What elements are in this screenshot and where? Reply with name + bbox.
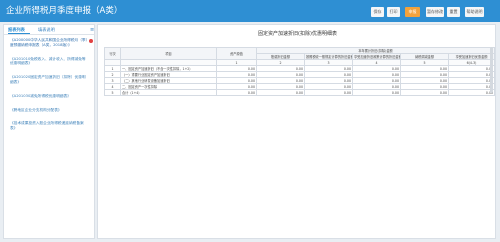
form-panel: 固定资产加速折旧(扣除)优惠明细表 行次 项目 资产原值 本年累计折旧(扣除)金… bbox=[97, 24, 496, 239]
left-tabs: 报表列表 填表说明 ≡ bbox=[4, 25, 94, 35]
cell-value: 0.00 bbox=[256, 89, 305, 96]
header-asset-value: 资产原值 bbox=[216, 47, 257, 60]
print-button[interactable]: 打印 bbox=[387, 7, 400, 17]
help-button[interactable]: 帮助说明 bbox=[465, 7, 484, 17]
depreciation-table: 行次 项目 资产原值 本年累计折旧(扣除)金额 账载折旧金额 按照税收一般规定计… bbox=[104, 47, 496, 96]
cell-value: 0.00 bbox=[352, 89, 401, 96]
vertical-scrollbar[interactable] bbox=[490, 47, 493, 93]
row-number: 5 bbox=[104, 89, 121, 96]
list-item-label: 《A201020固定资产加速折旧（扣除）优惠明细表》 bbox=[10, 75, 86, 84]
list-item-tech-investment[interactable]: 《技术成果投资入股企业所得税递延纳税备案表》 bbox=[4, 120, 94, 132]
header-item: 项目 bbox=[120, 47, 217, 60]
header-bar: 企业所得税月季度申报（A类） 保存 打印 申报 暂存修改 重置 帮助说明 bbox=[0, 0, 500, 22]
app-window: 企业所得税月季度申报（A类） 保存 打印 申报 暂存修改 重置 帮助说明 报表列… bbox=[0, 0, 500, 242]
active-tab-underline bbox=[8, 33, 30, 34]
cell-value: 0.00 bbox=[216, 89, 257, 96]
cell-value: 0.00 bbox=[447, 89, 496, 96]
report-list-panel: 报表列表 填表说明 ≡ 《A200000中华人民共和国企业所得税月（季）度预缴纳… bbox=[3, 24, 95, 239]
list-item-label: 《A200000中华人民共和国企业所得税月（季）度预缴纳税申报表（A类，2018… bbox=[10, 38, 88, 47]
temp-edit-button[interactable]: 暂存修改 bbox=[426, 7, 444, 17]
error-dot-icon bbox=[89, 39, 93, 43]
tab-fill-instructions[interactable]: 填表说明 bbox=[38, 27, 55, 33]
cell-value: 0.00 bbox=[400, 89, 449, 96]
menu-icon[interactable]: ≡ bbox=[90, 27, 94, 33]
list-item-label: 《跨地区企业分支机构分配表》 bbox=[10, 107, 62, 112]
row-item: 合计（1+4） bbox=[120, 89, 217, 96]
list-item-a200000[interactable]: 《A200000中华人民共和国企业所得税月（季）度预缴纳税申报表（A类，2018… bbox=[4, 37, 94, 49]
list-item-a201020[interactable]: 《A201020固定资产加速折旧（扣除）优惠明细表》 bbox=[4, 74, 94, 86]
list-item-a201010[interactable]: 《A201010免税收入、减计收入、所得减免等优惠明细表》 bbox=[4, 56, 94, 68]
page-title: 企业所得税月季度申报（A类） bbox=[6, 6, 123, 16]
list-item-a201030[interactable]: 《A201030减免所得税优惠明细表》 bbox=[4, 93, 94, 100]
form-title: 固定资产加速折旧(扣除)优惠明细表 bbox=[258, 31, 337, 37]
header-row-no: 行次 bbox=[104, 47, 121, 60]
report-list: 《A200000中华人民共和国企业所得税月（季）度预缴纳税申报表（A类，2018… bbox=[4, 37, 94, 132]
cell-value: 0.00 bbox=[304, 89, 353, 96]
save-button[interactable]: 保存 bbox=[371, 7, 384, 17]
list-item-label: 《A201030减免所得税优惠明细表》 bbox=[10, 93, 71, 98]
declare-button[interactable]: 申报 bbox=[405, 7, 420, 17]
header-col-2: 按照税收一般规定计算的折旧金额 bbox=[304, 53, 353, 60]
table-row: 5 合计（1+4） 0.00 0.00 0.00 0.00 0.00 0.00 bbox=[104, 89, 496, 96]
reset-button[interactable]: 重置 bbox=[447, 7, 460, 17]
header-col-3: 享受加速折旧政策计算的折旧金额 bbox=[352, 53, 401, 60]
list-item-label: 《技术成果投资入股企业所得税递延纳税备案表》 bbox=[10, 121, 84, 131]
list-item-branch-allocation[interactable]: 《跨地区企业分支机构分配表》 bbox=[4, 107, 94, 114]
list-item-label: 《A201010免税收入、减计收入、所得减免等优惠明细表》 bbox=[10, 56, 86, 66]
